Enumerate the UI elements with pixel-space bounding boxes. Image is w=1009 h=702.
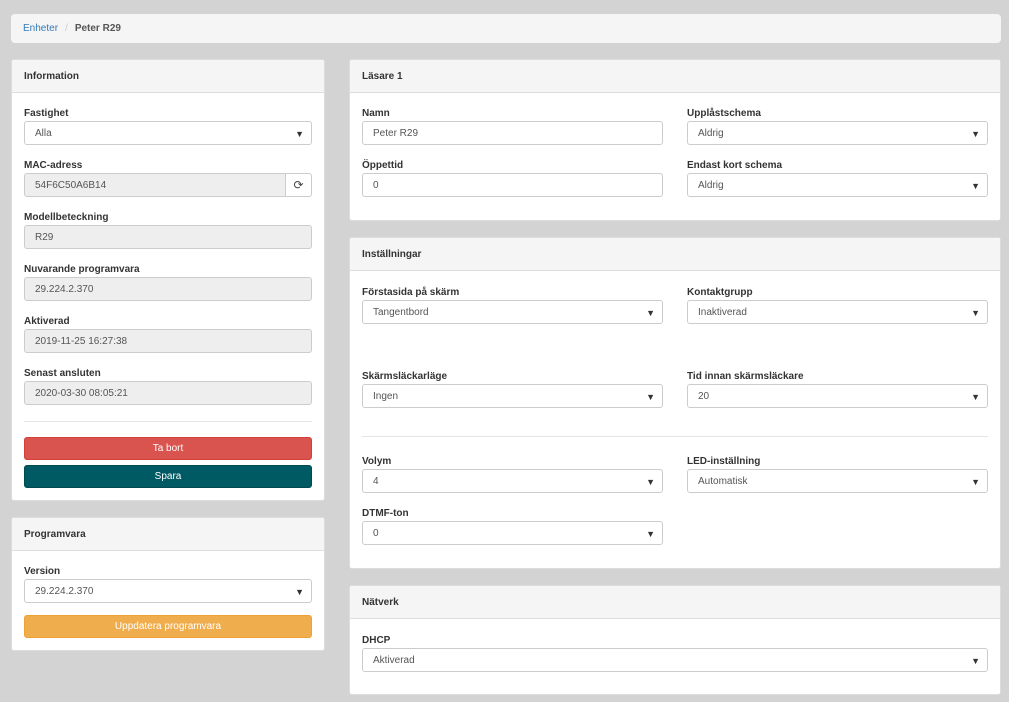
kontakt-select[interactable]: Inaktiverad ▼	[687, 300, 988, 324]
chevron-down-icon: ▼	[971, 656, 980, 666]
breadcrumb-separator: /	[65, 23, 68, 34]
chevron-down-icon: ▼	[971, 477, 980, 487]
endast-value: Aldrig	[698, 179, 724, 191]
kontakt-label: Kontaktgrupp	[687, 287, 753, 298]
tid-value: 20	[698, 390, 710, 402]
fastighet-label: Fastighet	[24, 108, 69, 119]
endast-select[interactable]: Aldrig ▼	[687, 173, 988, 197]
led-select[interactable]: Automatisk ▼	[687, 469, 988, 493]
dhcp-select[interactable]: Aktiverad ▼	[362, 648, 988, 672]
kontakt-value: Inaktiverad	[698, 306, 747, 318]
chevron-down-icon: ▼	[646, 529, 655, 539]
tid-label: Tid innan skärmsläckare	[687, 371, 804, 382]
led-label: LED-inställning	[687, 456, 761, 467]
chevron-down-icon: ▼	[971, 181, 980, 191]
skarm-label: Skärmsläckarläge	[362, 371, 448, 382]
information-panel: Information Fastighet Alla ▼ MAC-adress …	[11, 59, 325, 501]
fastighet-value: Alla	[35, 127, 52, 139]
aktiverad-value: 2019-11-25 16:27:38	[35, 335, 128, 347]
namn-label: Namn	[362, 108, 390, 119]
mac-field: 54F6C50A6B14	[24, 173, 286, 197]
senast-value: 2020-03-30 08:05:21	[35, 387, 128, 399]
natverk-panel: Nätverk DHCP Aktiverad ▼	[349, 585, 1001, 695]
installningar-panel: Inställningar Förstasida på skärm Tangen…	[349, 237, 1001, 569]
tid-select[interactable]: 20 ▼	[687, 384, 988, 408]
volym-select[interactable]: 4 ▼	[362, 469, 663, 493]
programvara-panel-title: Programvara	[12, 518, 324, 551]
forstasida-label: Förstasida på skärm	[362, 287, 460, 298]
version-label: Version	[24, 566, 61, 577]
dhcp-value: Aktiverad	[373, 654, 415, 666]
dtmf-label: DTMF-ton	[362, 508, 409, 519]
programvara-panel: Programvara Version 29.224.2.370 ▼ Uppda…	[11, 517, 325, 651]
lasare-panel: Läsare 1 Namn Peter R29 Upplåstschema Al…	[349, 59, 1001, 221]
fastighet-select[interactable]: Alla ▼	[24, 121, 312, 145]
upplast-label: Upplåstschema	[687, 108, 761, 119]
delete-button[interactable]: Ta bort	[24, 437, 312, 460]
volym-value: 4	[373, 475, 379, 487]
update-software-button[interactable]: Uppdatera programvara	[24, 615, 312, 638]
endast-label: Endast kort schema	[687, 160, 783, 171]
refresh-button[interactable]: ⟳	[285, 173, 312, 197]
programvara-field: 29.224.2.370	[24, 277, 312, 301]
chevron-down-icon: ▼	[646, 308, 655, 318]
skarm-select[interactable]: Ingen ▼	[362, 384, 663, 408]
aktiverad-field: 2019-11-25 16:27:38	[24, 329, 312, 353]
breadcrumb-link-enheter[interactable]: Enheter	[23, 23, 58, 34]
dhcp-label: DHCP	[362, 635, 391, 646]
dtmf-value: 0	[373, 527, 379, 539]
aktiverad-label: Aktiverad	[24, 316, 70, 327]
chevron-down-icon: ▼	[971, 129, 980, 139]
breadcrumb-current: Peter R29	[74, 23, 121, 34]
programvara-value: 29.224.2.370	[35, 283, 94, 295]
natverk-panel-title: Nätverk	[350, 586, 1000, 619]
namn-value: Peter R29	[373, 127, 419, 139]
modell-label: Modellbeteckning	[24, 212, 109, 223]
chevron-down-icon: ▼	[646, 477, 655, 487]
divider	[362, 436, 988, 437]
mac-value: 54F6C50A6B14	[35, 179, 107, 191]
refresh-icon: ⟳	[293, 178, 304, 192]
modell-value: R29	[35, 231, 54, 243]
chevron-down-icon: ▼	[295, 587, 304, 597]
installningar-panel-title: Inställningar	[350, 238, 1000, 271]
mac-label: MAC-adress	[24, 160, 83, 171]
chevron-down-icon: ▼	[646, 392, 655, 402]
version-select[interactable]: 29.224.2.370 ▼	[24, 579, 312, 603]
led-value: Automatisk	[698, 475, 748, 487]
lasare-panel-title: Läsare 1	[350, 60, 1000, 93]
senast-field: 2020-03-30 08:05:21	[24, 381, 312, 405]
programvara-label: Nuvarande programvara	[24, 264, 140, 275]
dtmf-select[interactable]: 0 ▼	[362, 521, 663, 545]
forstasida-value: Tangentbord	[373, 306, 429, 318]
upplast-value: Aldrig	[698, 127, 724, 139]
chevron-down-icon: ▼	[971, 392, 980, 402]
oppettid-input[interactable]: 0	[362, 173, 663, 197]
oppettid-label: Öppettid	[362, 160, 404, 171]
breadcrumb: Enheter / Peter R29	[11, 14, 1001, 43]
volym-label: Volym	[362, 456, 392, 467]
save-button[interactable]: Spara	[24, 465, 312, 488]
namn-input[interactable]: Peter R29	[362, 121, 663, 145]
version-value: 29.224.2.370	[35, 585, 94, 597]
oppettid-value: 0	[373, 179, 379, 191]
chevron-down-icon: ▼	[971, 308, 980, 318]
modell-field: R29	[24, 225, 312, 249]
chevron-down-icon: ▼	[295, 129, 304, 139]
forstasida-select[interactable]: Tangentbord ▼	[362, 300, 663, 324]
skarm-value: Ingen	[373, 390, 399, 402]
senast-label: Senast ansluten	[24, 368, 101, 379]
divider	[24, 421, 312, 422]
information-panel-title: Information	[12, 60, 324, 93]
upplast-select[interactable]: Aldrig ▼	[687, 121, 988, 145]
